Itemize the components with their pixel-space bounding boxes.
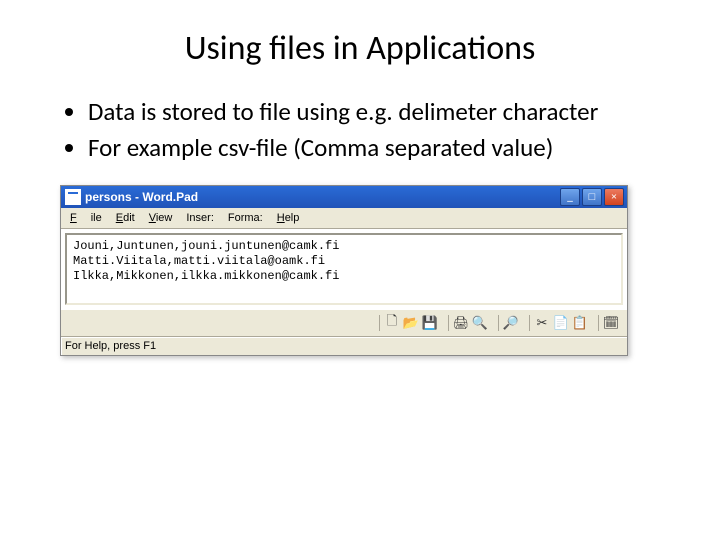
cut-icon[interactable]: ✂ — [534, 315, 550, 331]
minimize-button[interactable]: _ — [560, 188, 580, 206]
menu-bar: FFileile Edit View Inser: Forma: Help — [61, 208, 627, 229]
menu-edit[interactable]: Edit — [109, 210, 142, 226]
toolbar: 🗋 📂 💾 🖨 🔍 🔎 ✂ 📄 📋 🗓 — [61, 309, 627, 336]
menu-view[interactable]: View — [142, 210, 180, 226]
menu-help[interactable]: Help — [270, 210, 307, 226]
paste-icon[interactable]: 📋 — [572, 315, 588, 331]
maximize-button[interactable]: □ — [582, 188, 602, 206]
save-icon[interactable]: 💾 — [422, 315, 438, 331]
wordpad-window: persons - Word.Pad _ □ × FFileile Edit V… — [60, 185, 628, 356]
title-bar[interactable]: persons - Word.Pad _ □ × — [61, 186, 627, 208]
window-title: persons - Word.Pad — [85, 190, 560, 204]
menu-insert[interactable]: Inser: — [179, 210, 221, 226]
bullet-list: Data is stored to file using e.g. delime… — [48, 97, 672, 163]
text-line: Matti.Viitala,matti.viitala@oamk.fi — [73, 254, 615, 269]
date-icon[interactable]: 🗓 — [603, 315, 619, 331]
menu-file[interactable]: FFileile — [63, 210, 109, 226]
preview-icon[interactable]: 🔍 — [472, 315, 488, 331]
find-icon[interactable]: 🔎 — [503, 315, 519, 331]
print-icon[interactable]: 🖨 — [453, 315, 469, 331]
open-icon[interactable]: 📂 — [403, 315, 419, 331]
text-line: Ilkka,Mikkonen,ilkka.mikkonen@camk.fi — [73, 269, 615, 284]
close-button[interactable]: × — [604, 188, 624, 206]
status-bar: For Help, press F1 — [61, 336, 627, 355]
new-icon[interactable]: 🗋 — [384, 315, 400, 331]
slide-title: Using files in Applications — [0, 0, 720, 69]
app-icon — [65, 189, 81, 205]
bullet-item: Data is stored to file using e.g. delime… — [88, 97, 672, 127]
bullet-item: For example csv-file (Comma separated va… — [88, 133, 672, 163]
document-area[interactable]: Jouni,Juntunen,jouni.juntunen@camk.fi Ma… — [65, 233, 623, 305]
menu-format[interactable]: Forma: — [221, 210, 270, 226]
text-line: Jouni,Juntunen,jouni.juntunen@camk.fi — [73, 239, 615, 254]
copy-icon[interactable]: 📄 — [553, 315, 569, 331]
